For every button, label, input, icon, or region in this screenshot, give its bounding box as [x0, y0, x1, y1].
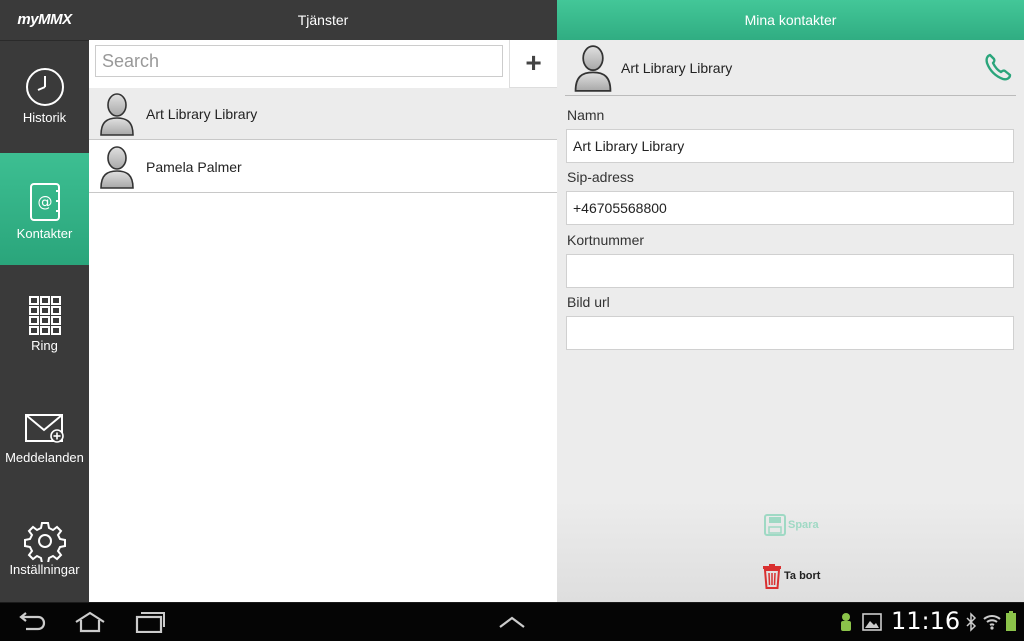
battery-icon [1006, 611, 1016, 631]
dialpad-icon [29, 296, 61, 335]
action-bar: Spara Ta bort [557, 500, 1024, 602]
gear-icon [24, 522, 66, 562]
contact-detail-panel: Mina kontakter Art Library Library Namn … [557, 0, 1024, 602]
save-icon [764, 514, 786, 536]
contact-header: Art Library Library [565, 40, 1016, 96]
contact-list-item[interactable]: Pamela Palmer [89, 141, 557, 193]
save-label: Spara [788, 519, 819, 531]
svg-text:@: @ [38, 193, 53, 211]
contact-list-item[interactable]: Art Library Library [89, 88, 557, 140]
save-button[interactable]: Spara [557, 500, 1024, 550]
field-label-namn: Namn [567, 107, 605, 123]
sidebar-item-ring[interactable]: Ring [0, 266, 89, 378]
sidebar-item-kontakter[interactable]: @ Kontakter [0, 153, 89, 265]
contact-name: Pamela Palmer [146, 159, 242, 175]
trash-icon [763, 564, 781, 589]
avatar-icon [574, 45, 612, 92]
status-clock: 11:16 [891, 607, 961, 635]
sidebar-item-label: Ring [31, 338, 58, 353]
phone-call-icon[interactable] [984, 52, 1012, 82]
panel-title: Mina kontakter [557, 0, 1024, 40]
sidebar-item-label: Inställningar [9, 562, 80, 577]
field-label-bild-url: Bild url [567, 294, 610, 310]
field-label-sip: Sip-adress [567, 169, 634, 185]
home-icon[interactable] [74, 611, 106, 633]
contact-name-heading: Art Library Library [621, 60, 733, 76]
app-window: myMMX Historik @ Kontakter Ring Meddelan… [0, 0, 1024, 602]
delete-label: Ta bort [784, 570, 821, 582]
wifi-icon [983, 615, 1001, 630]
add-contact-button[interactable]: + [509, 40, 557, 88]
sip-address-field[interactable]: +46705568800 [566, 191, 1014, 225]
field-label-kortnummer: Kortnummer [567, 232, 645, 248]
sidebar-item-label: Historik [22, 110, 67, 125]
sidebar-item-installningar[interactable]: Inställningar [0, 492, 89, 604]
image-url-field[interactable] [566, 316, 1014, 350]
short-number-field[interactable] [566, 254, 1014, 288]
contact-name: Art Library Library [146, 106, 258, 122]
sidebar: myMMX Historik @ Kontakter Ring Meddelan… [0, 0, 89, 602]
delete-button[interactable]: Ta bort [557, 551, 1024, 601]
chevron-up-icon[interactable] [498, 615, 526, 629]
search-box [95, 45, 503, 78]
bluetooth-icon [966, 612, 977, 632]
name-field[interactable]: Art Library Library [566, 129, 1014, 163]
search-input[interactable] [95, 45, 503, 77]
avatar-icon [100, 93, 134, 136]
recent-apps-icon[interactable] [135, 611, 165, 633]
envelope-icon [25, 414, 64, 443]
avatar-icon [100, 146, 134, 189]
sidebar-item-meddelanden[interactable]: Meddelanden [0, 379, 89, 491]
address-book-icon: @ [30, 183, 60, 221]
panel-title: Tjänster [89, 0, 557, 40]
clock-icon [26, 68, 64, 106]
sidebar-item-label: Meddelanden [5, 450, 84, 465]
image-notification-icon [862, 613, 882, 631]
system-navigation-bar: 11:16 [0, 602, 1024, 641]
contacts-panel: Tjänster + Art Library Library Pamela Pa… [89, 0, 557, 602]
sidebar-item-label: Kontakter [16, 226, 73, 241]
android-notification-icon [841, 613, 851, 631]
app-logo: myMMX [0, 0, 89, 41]
sidebar-item-historik[interactable]: Historik [0, 40, 89, 152]
back-icon[interactable] [16, 611, 46, 633]
